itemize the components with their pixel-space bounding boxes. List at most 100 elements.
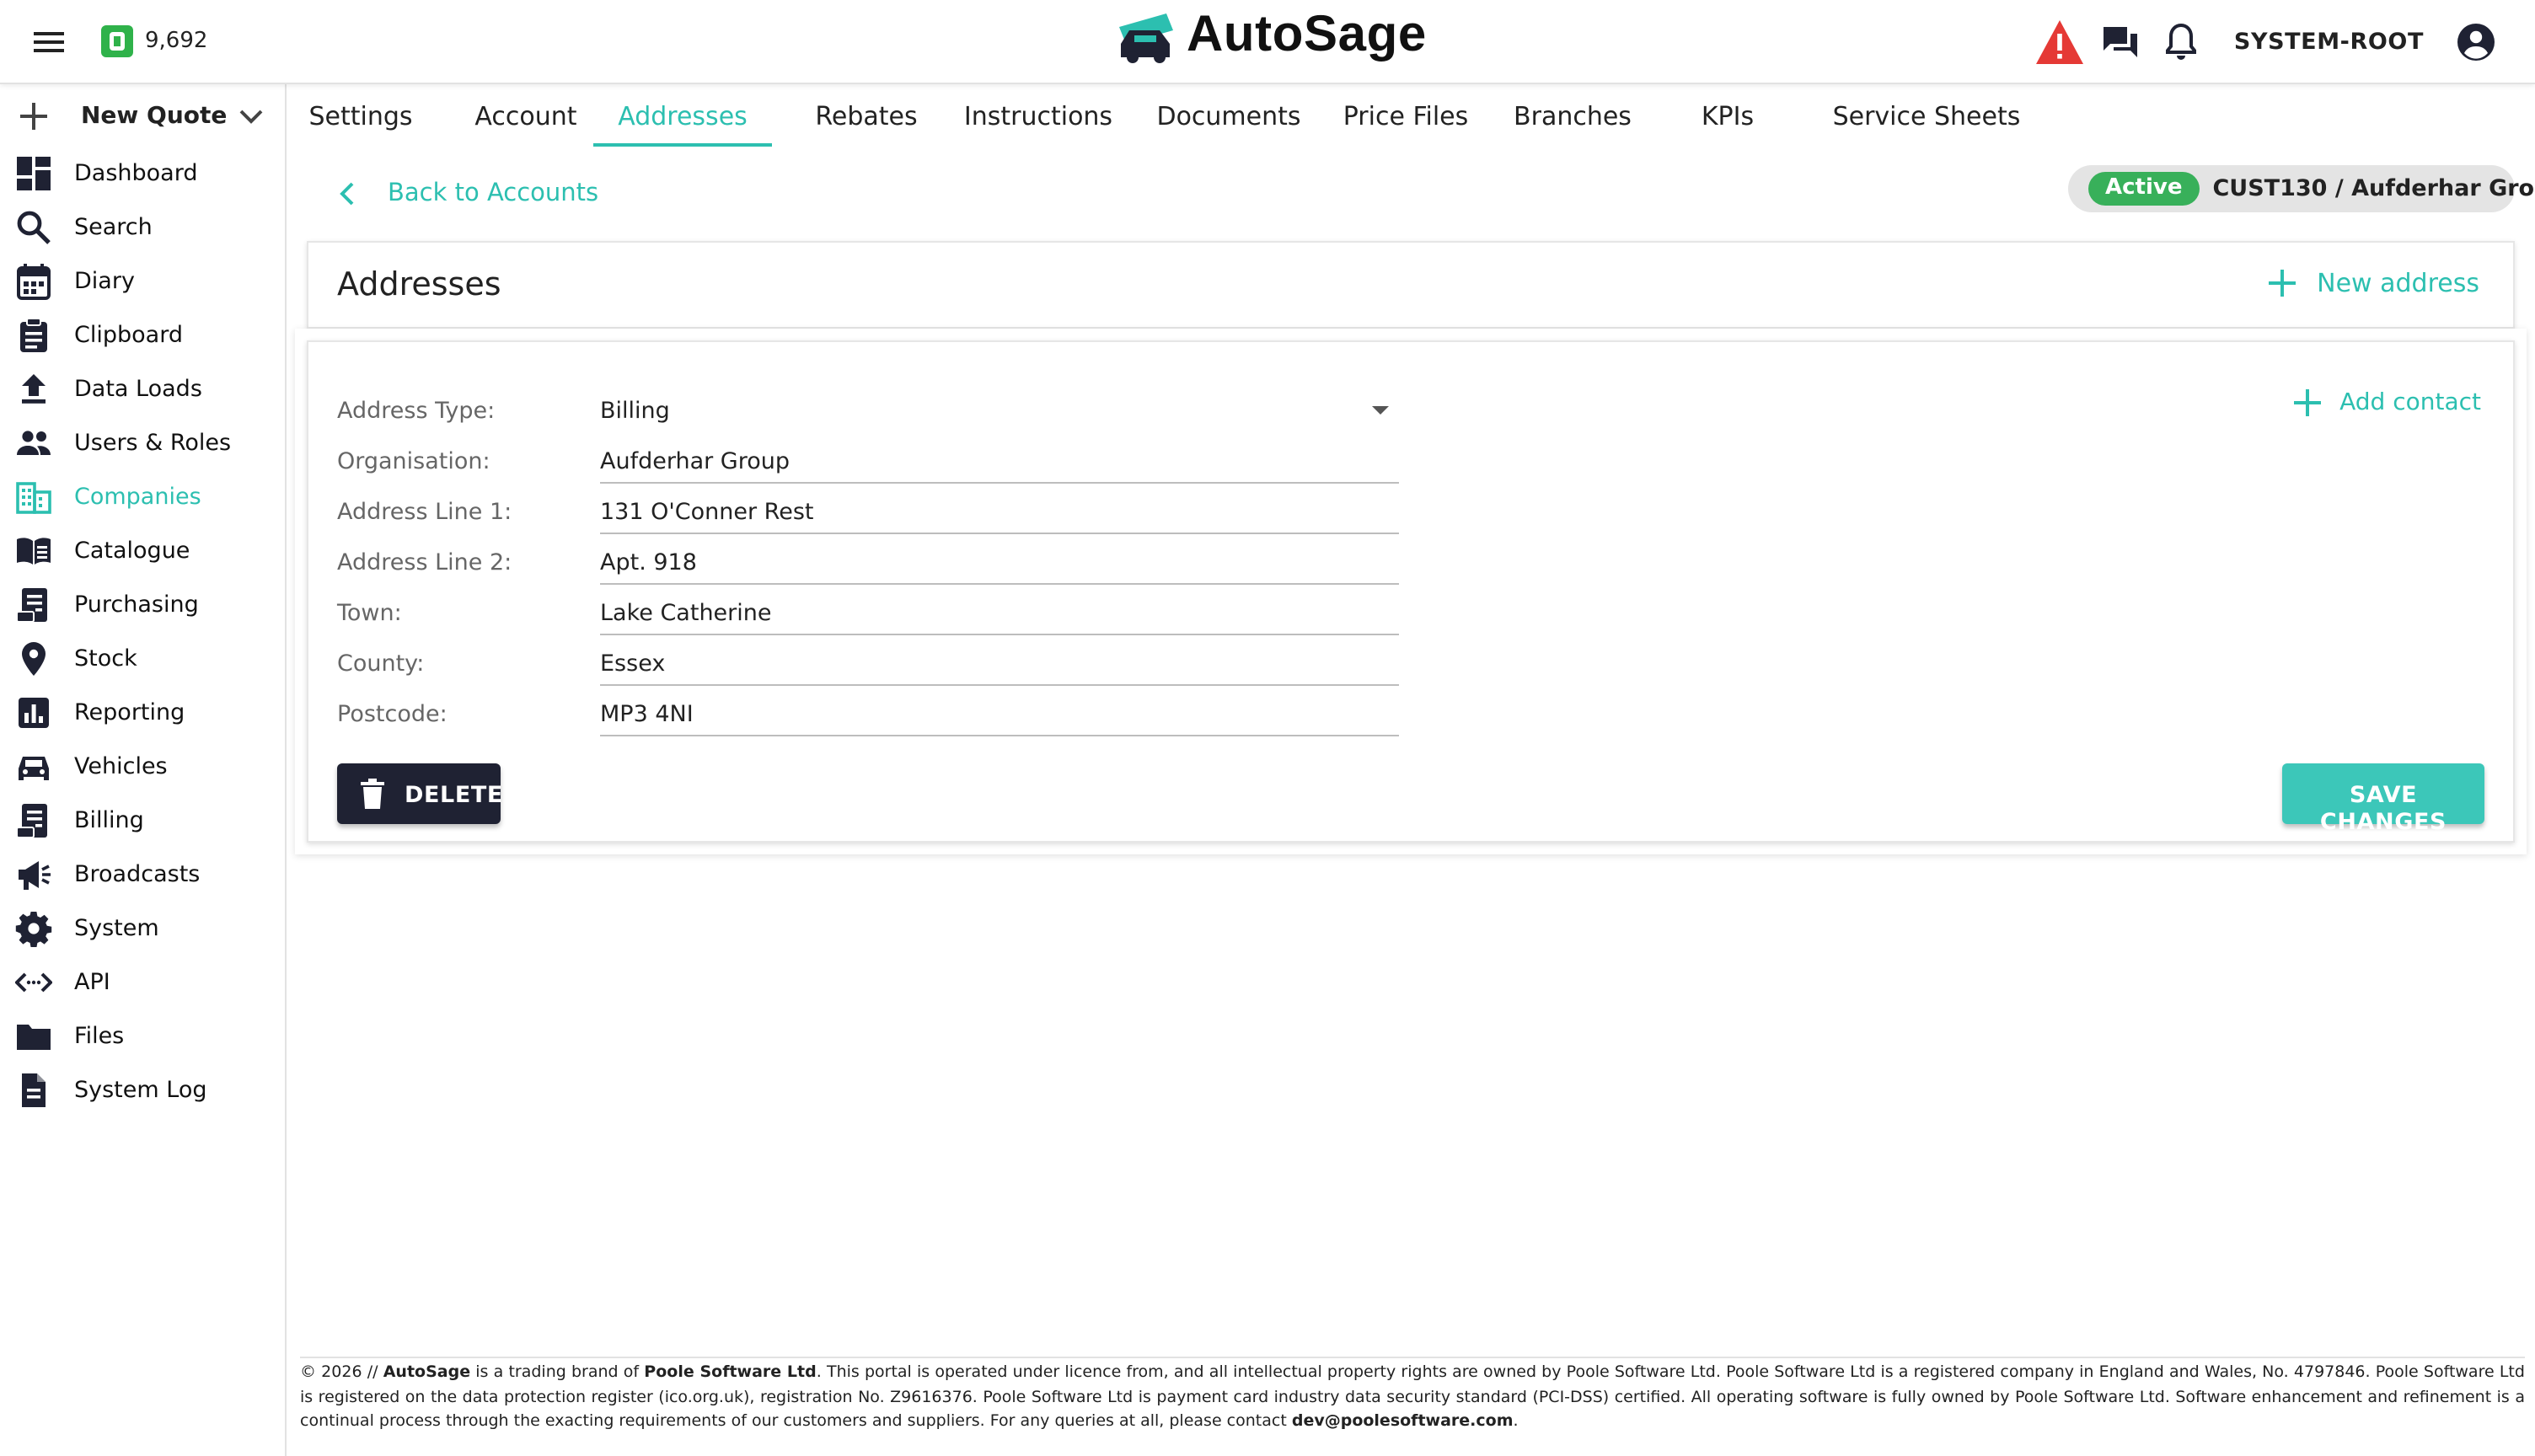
sidebar-item-label: Users & Roles xyxy=(74,430,232,457)
sidebar-item-search[interactable]: Search xyxy=(0,201,287,254)
chevron-left-icon xyxy=(334,179,364,209)
address-type-label: Address Type: xyxy=(337,398,496,425)
sidebar: New Quote Dashboard Search Diary Clipboa… xyxy=(0,84,287,1456)
sidebar-item-label: System Log xyxy=(74,1077,207,1104)
search-icon xyxy=(15,209,52,246)
top-right-actions: SYSTEM-ROOT xyxy=(2025,17,2501,67)
sidebar-item-catalogue[interactable]: Catalogue xyxy=(0,524,287,578)
footer-copyright: © 2026 // xyxy=(300,1363,378,1382)
folder-icon xyxy=(15,1018,52,1055)
sidebar-item-label: Billing xyxy=(74,807,144,834)
user-name[interactable]: SYSTEM-ROOT xyxy=(2234,29,2424,56)
tab-kpis[interactable]: KPIs xyxy=(1669,84,1787,147)
people-icon xyxy=(15,425,52,462)
footer-text: © 2026 // AutoSage is a trading brand of… xyxy=(300,1362,2525,1435)
sidebar-item-api[interactable]: API xyxy=(0,956,287,1009)
clipboard-icon xyxy=(15,317,52,354)
organisation-value: Aufderhar Group xyxy=(600,448,791,475)
add-contact-button[interactable]: Add contact xyxy=(2275,386,2481,420)
address-line-2-field[interactable]: Apt. 918 xyxy=(600,544,1399,585)
sidebar-item-reporting[interactable]: Reporting xyxy=(0,686,287,740)
logo[interactable]: AutoSage xyxy=(1116,7,1427,64)
credit-balance[interactable]: 9,692 xyxy=(101,25,207,57)
sidebar-item-users-roles[interactable]: Users & Roles xyxy=(0,416,287,470)
tab-label: KPIs xyxy=(1701,101,1755,131)
warning-icon[interactable] xyxy=(2035,17,2086,67)
tab-price-files[interactable]: Price Files xyxy=(1325,84,1487,147)
plus-icon xyxy=(17,99,51,133)
tab-branches[interactable]: Branches xyxy=(1497,84,1648,147)
account-circle-icon[interactable] xyxy=(2451,17,2501,67)
bar-chart-icon xyxy=(15,694,52,731)
county-field[interactable]: Essex xyxy=(600,645,1399,686)
book-icon xyxy=(15,533,52,570)
app-root: 9,692 AutoSage SYSTEM-ROOT New Quote Das… xyxy=(0,0,2535,1456)
sidebar-item-purchasing[interactable]: Purchasing xyxy=(0,578,287,632)
code-icon xyxy=(15,964,52,1001)
sidebar-item-label: System xyxy=(74,915,159,942)
dropdown-arrow-icon xyxy=(1372,406,1389,415)
sidebar-item-billing[interactable]: Billing xyxy=(0,794,287,848)
location-pin-icon xyxy=(15,640,52,677)
new-quote-button[interactable]: New Quote xyxy=(0,93,287,140)
sidebar-item-data-loads[interactable]: Data Loads xyxy=(0,362,287,416)
address-type-select[interactable]: Billing xyxy=(600,393,1399,433)
credit-icon xyxy=(101,25,133,57)
tab-settings[interactable]: Settings xyxy=(303,84,418,147)
car-icon xyxy=(15,748,52,785)
tab-documents[interactable]: Documents xyxy=(1143,84,1315,147)
bell-icon[interactable] xyxy=(2157,17,2207,67)
postcode-value: MP3 4NI xyxy=(600,701,694,728)
back-to-accounts-link[interactable]: Back to Accounts xyxy=(310,175,598,212)
footer-email-link[interactable]: dev@poolesoftware.com xyxy=(1292,1412,1514,1431)
organisation-field[interactable]: Aufderhar Group xyxy=(600,443,1399,484)
sidebar-item-stock[interactable]: Stock xyxy=(0,632,287,686)
status-badge: Active xyxy=(2088,172,2200,206)
postcode-field[interactable]: MP3 4NI xyxy=(600,696,1399,736)
sidebar-item-label: Stock xyxy=(74,645,137,672)
sidebar-item-label: API xyxy=(74,969,110,996)
tab-label: Instructions xyxy=(963,101,1113,131)
sidebar-item-clipboard[interactable]: Clipboard xyxy=(0,308,287,362)
delete-button[interactable]: DELETE xyxy=(337,763,502,824)
footer-text-part: . xyxy=(1513,1412,1519,1431)
chevron-down-icon[interactable] xyxy=(234,99,268,133)
sidebar-item-label: Files xyxy=(74,1023,125,1050)
tab-bar: Settings Account Addresses Rebates Instr… xyxy=(287,84,2535,147)
tab-account[interactable]: Account xyxy=(472,84,580,147)
sidebar-item-label: Search xyxy=(74,214,153,241)
tab-rebates[interactable]: Rebates xyxy=(796,84,937,147)
town-field[interactable]: Lake Catherine xyxy=(600,595,1399,635)
sidebar-item-label: Purchasing xyxy=(74,592,199,618)
receipt-icon xyxy=(15,586,52,624)
new-address-button[interactable]: New address xyxy=(2246,265,2479,302)
invoice-icon xyxy=(15,802,52,839)
chat-icon[interactable] xyxy=(2096,17,2146,67)
sidebar-item-label: Dashboard xyxy=(74,160,198,187)
sidebar-item-system[interactable]: System xyxy=(0,902,287,956)
footer-company: Poole Software Ltd xyxy=(644,1363,817,1382)
tab-label: Addresses xyxy=(618,101,748,131)
sidebar-item-label: Broadcasts xyxy=(74,861,201,888)
save-changes-label: SAVE CHANGES xyxy=(2319,782,2447,836)
sidebar-item-dashboard[interactable]: Dashboard xyxy=(0,147,287,201)
document-icon xyxy=(15,1072,52,1109)
sidebar-item-broadcasts[interactable]: Broadcasts xyxy=(0,848,287,902)
account-status-chip: Active CUST130 / Aufderhar Group xyxy=(2068,165,2535,212)
sidebar-item-label: Diary xyxy=(74,268,135,295)
sidebar-item-label: Catalogue xyxy=(74,538,190,565)
brand-name: AutoSage xyxy=(1187,7,1427,62)
address-line-1-value: 131 O'Conner Rest xyxy=(600,499,814,526)
sidebar-item-files[interactable]: Files xyxy=(0,1009,287,1063)
save-changes-button[interactable]: SAVE CHANGES xyxy=(2282,763,2484,836)
tab-addresses[interactable]: Addresses xyxy=(593,84,772,147)
address-line-1-field[interactable]: 131 O'Conner Rest xyxy=(600,494,1399,534)
sidebar-item-diary[interactable]: Diary xyxy=(0,254,287,308)
sidebar-item-system-log[interactable]: System Log xyxy=(0,1063,287,1117)
menu-icon[interactable] xyxy=(29,22,69,62)
megaphone-icon xyxy=(15,856,52,893)
tab-instructions[interactable]: Instructions xyxy=(944,84,1133,147)
tab-service-sheets[interactable]: Service Sheets xyxy=(1783,84,2070,147)
sidebar-item-vehicles[interactable]: Vehicles xyxy=(0,740,287,794)
sidebar-item-companies[interactable]: Companies xyxy=(0,470,287,524)
